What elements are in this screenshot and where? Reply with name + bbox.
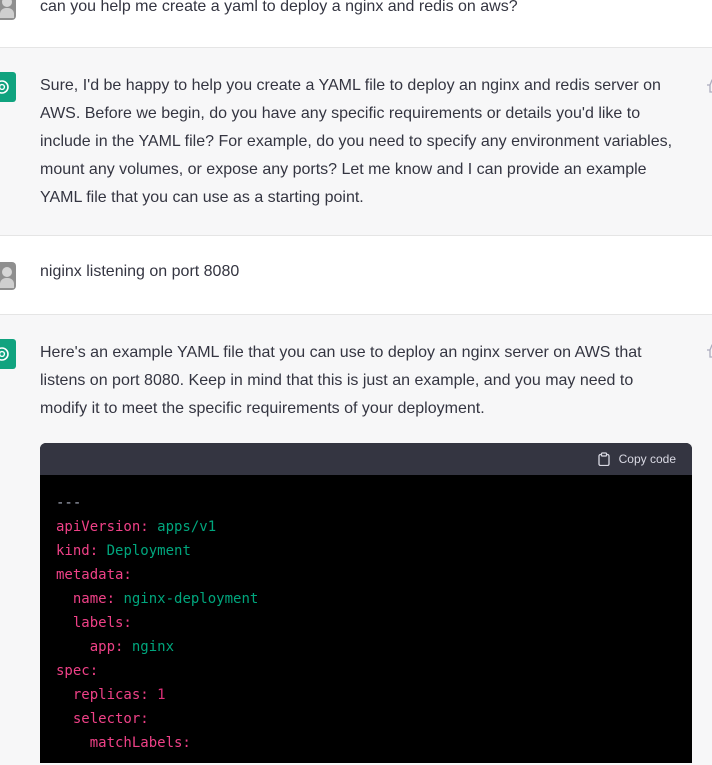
- code-line: apiVersion: apps/v1: [56, 515, 676, 539]
- thumbs-up-icon[interactable]: [704, 343, 712, 359]
- message-line: listens on port 8080. Keep in mind that …: [40, 372, 634, 389]
- message-user-1: can you help me create a yaml to deploy …: [0, 0, 712, 48]
- code-line: labels:: [56, 611, 676, 635]
- code-content: --- apiVersion: apps/v1 kind: Deployment me…: [40, 475, 692, 763]
- message-line: Here's an example YAML file that you can…: [40, 344, 642, 361]
- code-line: spec:: [56, 659, 676, 683]
- code-key: metadata:: [56, 567, 132, 583]
- thumbs-up-icon[interactable]: [704, 78, 712, 94]
- code-key: app:: [89, 639, 124, 655]
- code-key: selector:: [72, 711, 149, 727]
- assistant-avatar-icon: [0, 72, 16, 102]
- openai-logo-icon: [0, 347, 9, 361]
- openai-logo-icon: [0, 80, 9, 94]
- message-text: Sure, I'd be happy to help you create a …: [40, 72, 690, 212]
- user-avatar-icon: [0, 262, 16, 290]
- code-number: 1: [148, 687, 166, 703]
- code-key: name:: [72, 591, 116, 607]
- code-line: app: nginx: [56, 635, 676, 659]
- message-line: Sure, I'd be happy to help you create a …: [40, 77, 661, 94]
- message-line: include in the YAML file? For example, d…: [40, 133, 673, 150]
- code-value: nginx: [123, 639, 175, 655]
- code-key: ---: [56, 495, 82, 511]
- code-line: ---: [56, 491, 676, 515]
- code-line: name: nginx-deployment: [56, 587, 676, 611]
- copy-code-label: Copy code: [618, 452, 676, 466]
- assistant-avatar-icon: [0, 339, 16, 369]
- code-line: matchLabels:: [56, 731, 676, 755]
- message-line: AWS. Before we begin, do you have any sp…: [40, 105, 641, 122]
- message-text: niginx listening on port 8080: [40, 263, 240, 280]
- message-line: YAML file that you can use as a starting…: [40, 189, 364, 206]
- message-text: Here's an example YAML file that you can…: [40, 339, 690, 423]
- code-key: matchLabels:: [89, 735, 191, 751]
- copy-code-button[interactable]: Copy code: [597, 452, 676, 466]
- code-value: apps/v1: [148, 519, 217, 535]
- code-key: labels:: [72, 615, 132, 631]
- code-line: selector:: [56, 707, 676, 731]
- clipboard-icon: [597, 452, 610, 466]
- code-value: Deployment: [98, 543, 191, 559]
- code-line: kind: Deployment: [56, 539, 676, 563]
- code-key: spec:: [56, 663, 99, 679]
- code-header: Copy code: [40, 443, 692, 475]
- code-line: metadata:: [56, 563, 676, 587]
- code-block: Copy code --- apiVersion: apps/v1 kind: De…: [40, 443, 692, 763]
- code-value: nginx-deployment: [115, 591, 259, 607]
- user-avatar-icon: [0, 0, 16, 20]
- code-key: kind:: [56, 543, 99, 559]
- code-line: replicas: 1: [56, 683, 676, 707]
- message-assistant-1: Sure, I'd be happy to help you create a …: [0, 48, 712, 236]
- message-line: modify it to meet the specific requireme…: [40, 400, 485, 417]
- code-key: replicas:: [72, 687, 149, 703]
- code-key: apiVersion:: [56, 519, 149, 535]
- message-user-2: niginx listening on port 8080: [0, 236, 712, 315]
- message-text: can you help me create a yaml to deploy …: [40, 0, 518, 15]
- message-line: mount any volumes, or expose any ports? …: [40, 161, 647, 178]
